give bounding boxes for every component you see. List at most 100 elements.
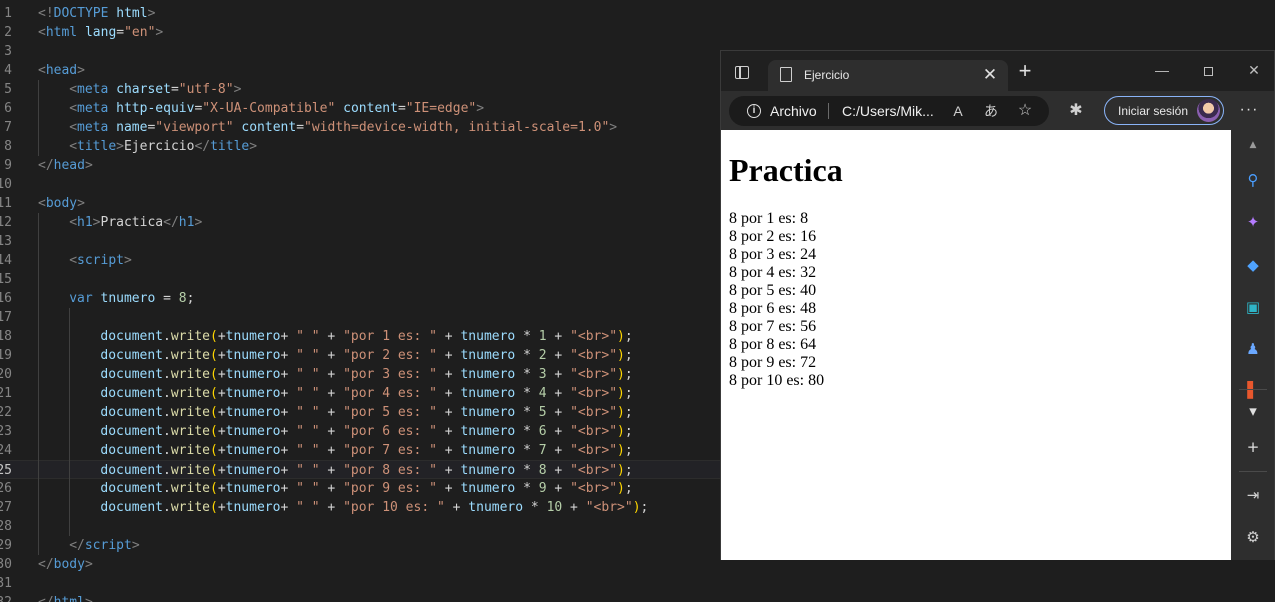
code-token: Ejercicio	[123, 139, 195, 154]
code-token: *	[515, 386, 539, 401]
line-number: 24	[0, 443, 12, 458]
code-line[interactable]: 1 <!DOCTYPE html>	[0, 4, 1275, 23]
code-token: *	[515, 424, 539, 439]
address-divider	[828, 103, 829, 119]
code-token: *	[515, 463, 539, 478]
sign-in-button[interactable]: Iniciar sesión	[1104, 96, 1224, 125]
code-token: +	[217, 329, 226, 344]
extensions-icon[interactable]: ✱	[1066, 101, 1086, 121]
translate-icon[interactable]: あ	[981, 102, 1001, 120]
code-token: 10	[546, 500, 563, 515]
code-token: document	[100, 329, 164, 344]
code-token: +	[319, 367, 344, 382]
code-text: document.write(+tnumero+ " " + "por 4 es…	[100, 384, 632, 403]
code-token: )	[617, 348, 625, 363]
tools-icon[interactable]: ▣	[1242, 296, 1264, 318]
indent-guide	[38, 80, 39, 156]
code-token: >	[147, 6, 156, 21]
code-token: 2	[538, 348, 547, 363]
browser-tab[interactable]: Ejercicio ✕	[768, 60, 1008, 91]
code-token: =	[296, 120, 305, 135]
code-token: =	[170, 82, 179, 97]
code-text: <title>Ejercicio</title>	[69, 137, 257, 156]
code-token: +	[217, 386, 226, 401]
settings-icon[interactable]: ⚙	[1242, 526, 1264, 548]
line-number: 6	[4, 101, 12, 116]
search-icon[interactable]: ⚲	[1242, 169, 1264, 191]
code-token: (	[209, 424, 218, 439]
browser-sidebar: ▲ ⚲ ✦ ◆ ▣ ♟ ▌ ▾ + ⇥ ⚙	[1231, 130, 1274, 560]
code-token: tnumero	[460, 405, 516, 420]
code-text: document.write(+tnumero+ " " + "por 6 es…	[100, 422, 632, 441]
code-token: "IE=edge"	[405, 101, 477, 116]
code-token: )	[617, 463, 625, 478]
split-screen-icon[interactable]: ⇥	[1242, 484, 1264, 506]
code-token: +	[436, 443, 461, 458]
minimize-button[interactable]: —	[1147, 59, 1177, 81]
info-icon[interactable]: i	[747, 104, 761, 118]
code-token: </	[38, 595, 54, 602]
code-token: Practica	[100, 215, 164, 230]
code-token: title	[77, 139, 117, 154]
address-bar[interactable]: i Archivo C:/Users/Mik... A あ ☆	[729, 96, 1049, 126]
code-text: <meta charset="utf-8">	[69, 80, 241, 99]
code-token: )	[617, 386, 625, 401]
code-token: +	[217, 405, 226, 420]
address-url[interactable]: C:/Users/Mik...	[842, 103, 937, 119]
code-text: document.write(+tnumero+ " " + "por 1 es…	[100, 327, 632, 346]
tab-close-icon[interactable]: ✕	[980, 65, 1000, 85]
code-token: +	[436, 367, 461, 382]
code-token: +	[562, 500, 586, 515]
code-token: write	[170, 405, 210, 420]
code-line[interactable]: 32 </html>	[0, 593, 1275, 602]
add-icon[interactable]: +	[1242, 436, 1264, 458]
code-token: document	[100, 386, 164, 401]
tab-actions-icon[interactable]	[735, 66, 749, 79]
code-token: tnumero	[225, 405, 281, 420]
line-number: 15	[0, 272, 12, 287]
code-token: document	[100, 481, 164, 496]
code-token: "<br>"	[570, 463, 618, 478]
browser-toolbar: i Archivo C:/Users/Mik... A あ ☆ ✱ Inicia…	[721, 91, 1274, 130]
code-token: *	[523, 500, 547, 515]
office-icon[interactable]: ▌	[1242, 379, 1264, 401]
line-number: 1	[4, 6, 12, 21]
code-token: "viewport"	[155, 120, 234, 135]
code-token: +	[319, 463, 344, 478]
code-line[interactable]: 2 <html lang="en">	[0, 23, 1275, 42]
line-number: 30	[0, 557, 12, 572]
new-tab-button[interactable]: +	[1014, 60, 1036, 84]
line-number: 8	[4, 139, 12, 154]
code-token: write	[170, 386, 210, 401]
read-aloud-icon[interactable]: A	[948, 102, 968, 120]
code-token: lang	[84, 25, 117, 40]
code-token: tnumero	[460, 463, 516, 478]
code-text: document.write(+tnumero+ " " + "por 5 es…	[100, 403, 632, 422]
code-text: <head>	[38, 61, 85, 80]
maximize-button[interactable]	[1193, 59, 1223, 81]
close-window-button[interactable]: ✕	[1239, 59, 1269, 81]
line-number: 18	[0, 329, 12, 344]
code-text: </script>	[69, 536, 139, 555]
code-token: +	[319, 405, 344, 420]
code-token: +	[546, 348, 571, 363]
code-token: 8	[178, 291, 187, 306]
scroll-up-icon[interactable]: ▲	[1242, 134, 1264, 156]
copilot-icon[interactable]: ✦	[1242, 211, 1264, 233]
code-line[interactable]: 31	[0, 574, 1275, 593]
more-options-icon[interactable]: ···	[1239, 100, 1259, 120]
code-token: </	[69, 538, 85, 553]
code-token: script	[77, 253, 124, 268]
shopping-tag-icon[interactable]: ◆	[1242, 254, 1264, 276]
code-token: ;	[624, 405, 633, 420]
collapse-icon[interactable]: ▾	[1242, 400, 1264, 422]
code-token: tnumero	[225, 500, 281, 515]
code-token: tnumero	[225, 443, 281, 458]
code-token: +	[280, 405, 297, 420]
favorite-star-icon[interactable]: ☆	[1015, 102, 1035, 120]
line-number: 21	[0, 386, 12, 401]
games-icon[interactable]: ♟	[1242, 338, 1264, 360]
code-token: write	[170, 481, 210, 496]
